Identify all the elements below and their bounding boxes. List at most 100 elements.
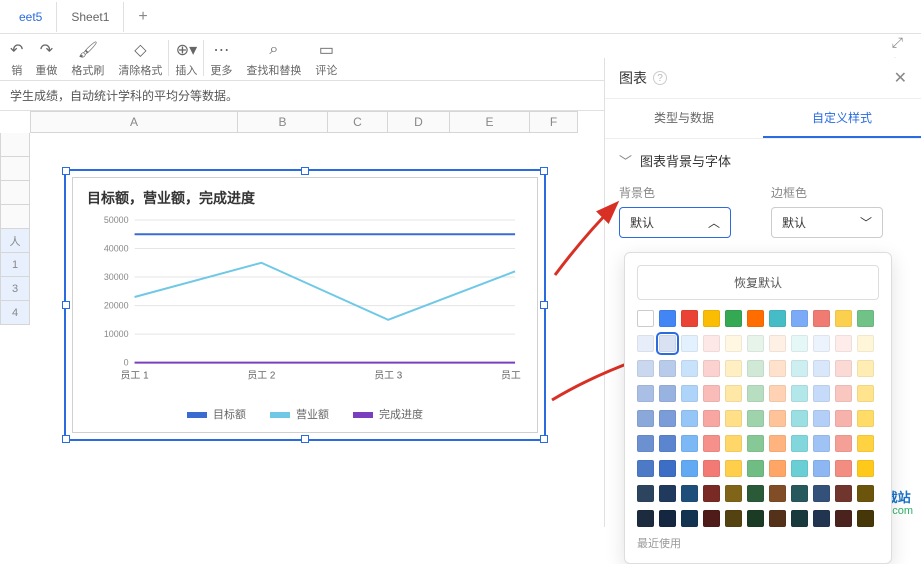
color-swatch[interactable] [857,310,874,327]
bg-color-select[interactable]: 默认︿ [619,207,731,238]
color-swatch[interactable] [747,510,764,527]
row-header[interactable] [0,133,30,157]
section-chart-bg-font[interactable]: ﹀图表背景与字体 [619,151,907,170]
color-swatch[interactable] [725,460,742,477]
color-swatch[interactable] [857,435,874,452]
add-sheet-button[interactable]: + [124,0,161,34]
color-swatch[interactable] [857,510,874,527]
color-swatch[interactable] [659,310,676,327]
row-header[interactable]: 3 [0,277,30,301]
chart-object[interactable]: 目标额，营业额，完成进度 01000020000300004000050000员… [65,170,545,440]
color-swatch[interactable] [703,385,720,402]
color-swatch[interactable] [637,485,654,502]
color-swatch[interactable] [703,460,720,477]
color-swatch[interactable] [835,310,852,327]
resize-handle[interactable] [540,167,548,175]
help-icon[interactable]: ? [653,71,667,85]
color-swatch[interactable] [747,435,764,452]
color-swatch[interactable] [703,510,720,527]
color-swatch[interactable] [637,335,654,352]
color-swatch[interactable] [681,310,698,327]
color-swatch[interactable] [725,335,742,352]
color-swatch[interactable] [725,410,742,427]
color-swatch[interactable] [791,510,808,527]
color-swatch[interactable] [681,435,698,452]
color-swatch[interactable] [769,435,786,452]
color-swatch[interactable] [747,385,764,402]
tab-custom-style[interactable]: 自定义样式 [763,99,921,138]
color-swatch[interactable] [637,310,654,327]
color-swatch[interactable] [791,485,808,502]
col-header-a[interactable]: A [30,111,238,133]
color-swatch[interactable] [637,435,654,452]
color-swatch[interactable] [659,360,676,377]
color-swatch[interactable] [725,435,742,452]
border-color-select[interactable]: 默认﹀ [771,207,883,238]
close-icon[interactable]: ✕ [894,68,907,88]
color-swatch[interactable] [835,360,852,377]
color-swatch[interactable] [681,485,698,502]
color-swatch[interactable] [813,485,830,502]
color-swatch[interactable] [681,460,698,477]
color-swatch[interactable] [791,310,808,327]
undo-button[interactable]: ↶销 [10,40,23,78]
color-swatch[interactable] [857,485,874,502]
color-swatch[interactable] [769,335,786,352]
redo-button[interactable]: ↷重做 [35,40,57,78]
col-header-f[interactable]: F [530,111,578,133]
resize-handle[interactable] [301,435,309,443]
color-swatch[interactable] [813,410,830,427]
color-swatch[interactable] [857,410,874,427]
color-swatch[interactable] [791,385,808,402]
color-swatch[interactable] [659,410,676,427]
color-swatch[interactable] [703,360,720,377]
color-swatch[interactable] [835,435,852,452]
format-painter-button[interactable]: 🖌格式刷 [71,40,104,78]
resize-handle[interactable] [62,167,70,175]
color-swatch[interactable] [813,335,830,352]
color-swatch[interactable] [769,510,786,527]
color-swatch[interactable] [659,435,676,452]
row-header[interactable]: 4 [0,301,30,325]
color-swatch[interactable] [769,460,786,477]
color-swatch[interactable] [637,460,654,477]
color-swatch[interactable] [725,310,742,327]
color-swatch[interactable] [659,485,676,502]
row-header[interactable] [0,181,30,205]
color-swatch[interactable] [813,510,830,527]
color-swatch[interactable] [769,385,786,402]
tab-sheet1[interactable]: Sheet1 [57,2,124,32]
clear-format-button[interactable]: ◇清除格式 [118,40,162,78]
color-swatch[interactable] [857,460,874,477]
color-swatch[interactable] [791,435,808,452]
insert-button[interactable]: ⊕▾插入 [175,40,197,78]
color-swatch[interactable] [857,385,874,402]
color-swatch[interactable] [703,310,720,327]
row-header[interactable] [0,205,30,229]
color-swatch[interactable] [681,510,698,527]
color-swatch[interactable] [813,310,830,327]
color-swatch[interactable] [659,335,676,352]
color-swatch[interactable] [791,360,808,377]
comment-button[interactable]: ▭评论 [315,40,337,78]
color-swatch[interactable] [747,360,764,377]
row-header[interactable] [0,157,30,181]
more-button[interactable]: ⋯更多 [210,40,232,78]
color-swatch[interactable] [659,460,676,477]
color-swatch[interactable] [725,385,742,402]
color-swatch[interactable] [835,335,852,352]
color-swatch[interactable] [747,460,764,477]
color-swatch[interactable] [791,410,808,427]
color-swatch[interactable] [747,485,764,502]
col-header-c[interactable]: C [328,111,388,133]
color-swatch[interactable] [791,335,808,352]
color-swatch[interactable] [835,485,852,502]
color-swatch[interactable] [857,335,874,352]
color-swatch[interactable] [813,385,830,402]
color-swatch[interactable] [725,360,742,377]
color-swatch[interactable] [791,460,808,477]
resize-handle[interactable] [62,435,70,443]
color-swatch[interactable] [703,485,720,502]
color-swatch[interactable] [747,310,764,327]
color-swatch[interactable] [769,310,786,327]
